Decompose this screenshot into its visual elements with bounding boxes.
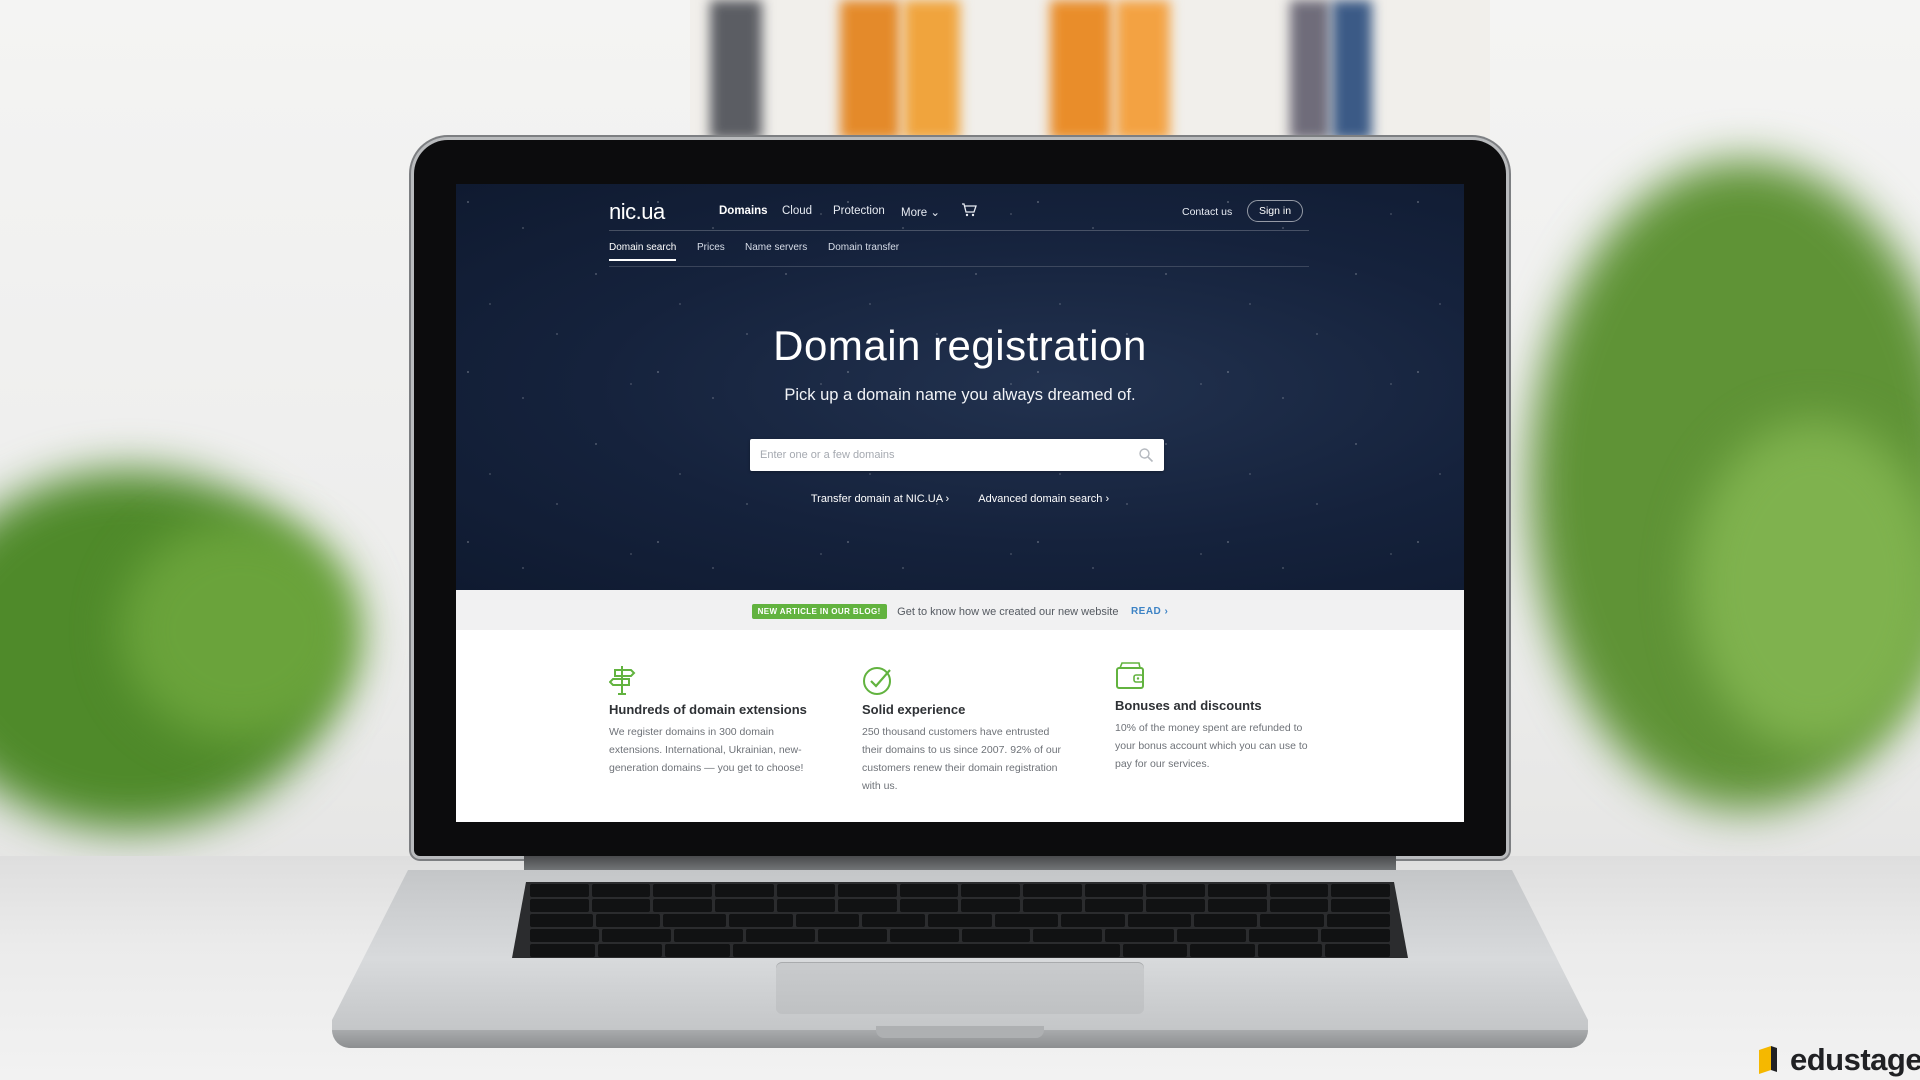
nav-cloud[interactable]: Cloud xyxy=(782,205,812,217)
feature-domain-extensions: Hundreds of domain extensions We registe… xyxy=(609,664,809,777)
wallet-icon xyxy=(1116,662,1144,689)
feature-bonuses: Bonuses and discounts 10% of the money s… xyxy=(1115,660,1315,773)
edustage-watermark: edustage xyxy=(1756,1040,1920,1080)
hero-subtitle: Pick up a domain name you always dreamed… xyxy=(784,386,1136,404)
read-link[interactable]: READ › xyxy=(1131,606,1168,617)
signpost-icon xyxy=(609,666,636,695)
search-icon[interactable] xyxy=(1138,447,1154,463)
feature-text: 10% of the money spent are refunded to y… xyxy=(1115,722,1308,770)
sign-in-button[interactable]: Sign in xyxy=(1247,200,1303,222)
domain-search-box xyxy=(750,439,1164,471)
subnav-name-servers[interactable]: Name servers xyxy=(745,242,807,253)
laptop-screen: nic.ua Domains Cloud Protection More ⌄ C… xyxy=(456,184,1464,822)
subnav-prices[interactable]: Prices xyxy=(697,242,725,253)
laptop-notch xyxy=(876,1026,1044,1038)
advanced-search-link[interactable]: Advanced domain search › xyxy=(978,493,1109,505)
feature-solid-experience: Solid experience 250 thousand customers … xyxy=(862,664,1062,795)
laptop-trackpad xyxy=(776,962,1144,1014)
nav-domains[interactable]: Domains xyxy=(719,205,768,217)
feature-title: Solid experience xyxy=(862,702,966,717)
nav-more[interactable]: More ⌄ xyxy=(901,205,940,219)
feature-text: 250 thousand customers have entrusted th… xyxy=(862,726,1062,792)
bookshelf xyxy=(690,0,1490,140)
laptop-hinge xyxy=(524,856,1396,872)
domain-search-input[interactable] xyxy=(750,439,1130,471)
edustage-logo-icon xyxy=(1759,1046,1777,1074)
feature-text: We register domains in 300 domain extens… xyxy=(609,726,804,774)
laptop-keyboard xyxy=(512,882,1408,958)
cart-icon[interactable] xyxy=(961,203,977,217)
sub-nav: Domain search Prices Name servers Domain… xyxy=(609,240,1309,267)
feature-title: Hundreds of domain extensions xyxy=(609,702,807,717)
hero-section: nic.ua Domains Cloud Protection More ⌄ C… xyxy=(456,184,1464,590)
watermark-text: edustage xyxy=(1790,1042,1920,1077)
subnav-domain-transfer[interactable]: Domain transfer xyxy=(828,242,899,253)
photo-scene: nic.ua Domains Cloud Protection More ⌄ C… xyxy=(0,0,1920,1080)
site-logo[interactable]: nic.ua xyxy=(609,199,665,225)
blog-banner: NEW ARTICLE IN OUR BLOG! Get to know how… xyxy=(456,590,1464,631)
hero-title: Domain registration xyxy=(773,322,1147,369)
blog-badge: NEW ARTICLE IN OUR BLOG! xyxy=(751,604,887,620)
top-nav: nic.ua Domains Cloud Protection More ⌄ C… xyxy=(609,196,1309,231)
hero-links: Transfer domain at NIC.UA › Advanced dom… xyxy=(456,487,1464,506)
feature-title: Bonuses and discounts xyxy=(1115,698,1262,713)
left-plant-leaf xyxy=(120,520,360,740)
check-circle-icon xyxy=(863,667,891,695)
transfer-domain-link[interactable]: Transfer domain at NIC.UA › xyxy=(811,493,949,505)
subnav-domain-search[interactable]: Domain search xyxy=(609,242,677,261)
nav-protection[interactable]: Protection xyxy=(833,205,885,217)
contact-us-link[interactable]: Contact us xyxy=(1182,206,1232,218)
features-section: Hundreds of domain extensions We registe… xyxy=(456,630,1464,822)
banner-text: Get to know how we created our new websi… xyxy=(897,605,1119,618)
